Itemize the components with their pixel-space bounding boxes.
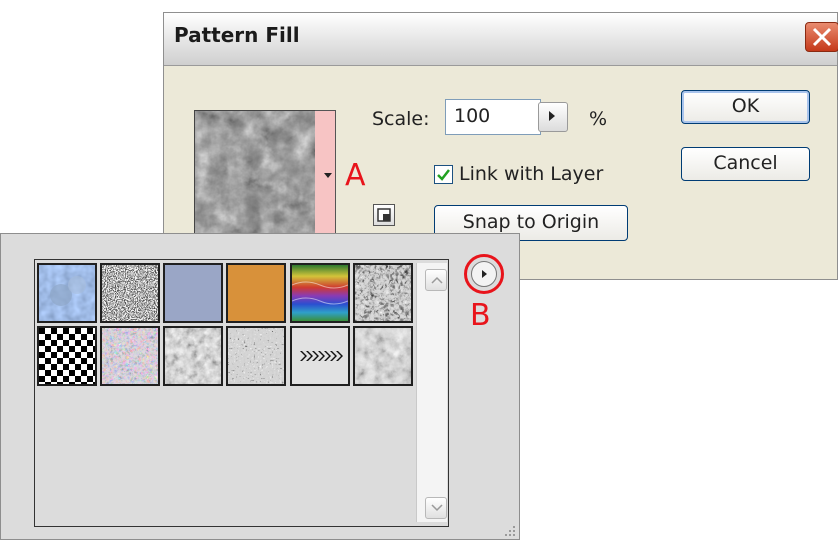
scale-input[interactable]: 100 (445, 99, 541, 135)
grunge-pattern-icon (355, 265, 411, 321)
scale-label: Scale: (372, 108, 430, 130)
soft-clouds-pattern-icon (165, 328, 221, 384)
pattern-tile-soft-clouds[interactable] (163, 326, 223, 386)
dialog-title: Pattern Fill (174, 23, 300, 47)
pattern-tile-grunge[interactable] (353, 263, 413, 323)
pattern-tile-orange-solid[interactable] (226, 263, 286, 323)
link-with-layer-checkbox[interactable] (434, 165, 453, 184)
new-preset-icon (377, 208, 391, 222)
pattern-tile-blue-solid[interactable] (163, 263, 223, 323)
pattern-tile-confetti[interactable] (100, 326, 160, 386)
blue-bubbles-pattern-icon (39, 265, 95, 321)
chevron-down-icon (431, 504, 443, 512)
ok-button[interactable]: OK (681, 90, 810, 124)
pattern-tile-clouds[interactable] (353, 326, 413, 386)
play-arrow-icon (549, 111, 555, 121)
dropdown-arrow-icon (324, 173, 332, 178)
scale-slider-button[interactable] (538, 102, 568, 132)
rainbow-wave-pattern-icon (292, 265, 348, 321)
picker-menu-button[interactable] (471, 261, 497, 287)
link-with-layer-label: Link with Layer (459, 163, 604, 185)
play-arrow-icon (482, 270, 487, 278)
cancel-button[interactable]: Cancel (681, 147, 810, 181)
gray-noise-pattern-icon (228, 328, 284, 384)
close-icon (812, 27, 832, 47)
colorful-confetti-pattern-icon (102, 328, 158, 384)
pattern-preview-swatch[interactable] (194, 110, 317, 238)
create-new-preset-button[interactable] (373, 204, 395, 226)
annotation-b: B (470, 298, 491, 333)
pattern-picker-panel: B (0, 233, 520, 540)
pattern-tile-checker[interactable] (37, 326, 97, 386)
scroll-down-button[interactable] (425, 497, 447, 519)
percent-label: % (589, 108, 608, 130)
checkmark-icon (437, 169, 450, 181)
scroll-up-button[interactable] (425, 269, 447, 291)
pattern-tile-blue-bubbles[interactable] (37, 263, 97, 323)
checker-pattern-icon (39, 328, 95, 384)
clouds-pattern-icon (355, 328, 411, 384)
pattern-tile-gray-noise[interactable] (226, 326, 286, 386)
close-button[interactable] (805, 22, 838, 52)
resize-grip-icon[interactable] (501, 522, 517, 538)
pattern-tile-arrows[interactable] (290, 326, 350, 386)
title-bar[interactable]: Pattern Fill (164, 13, 838, 66)
pattern-tile-rainbow-wave[interactable] (290, 263, 350, 323)
clouds-pattern-preview (195, 111, 316, 237)
pattern-tile-noise[interactable] (100, 263, 160, 323)
pattern-scrollbar[interactable] (416, 263, 447, 522)
arrows-pattern-icon (300, 351, 343, 361)
annotation-a: A (345, 158, 366, 193)
chevron-up-icon (431, 276, 443, 284)
noise-pattern-icon (102, 265, 158, 321)
